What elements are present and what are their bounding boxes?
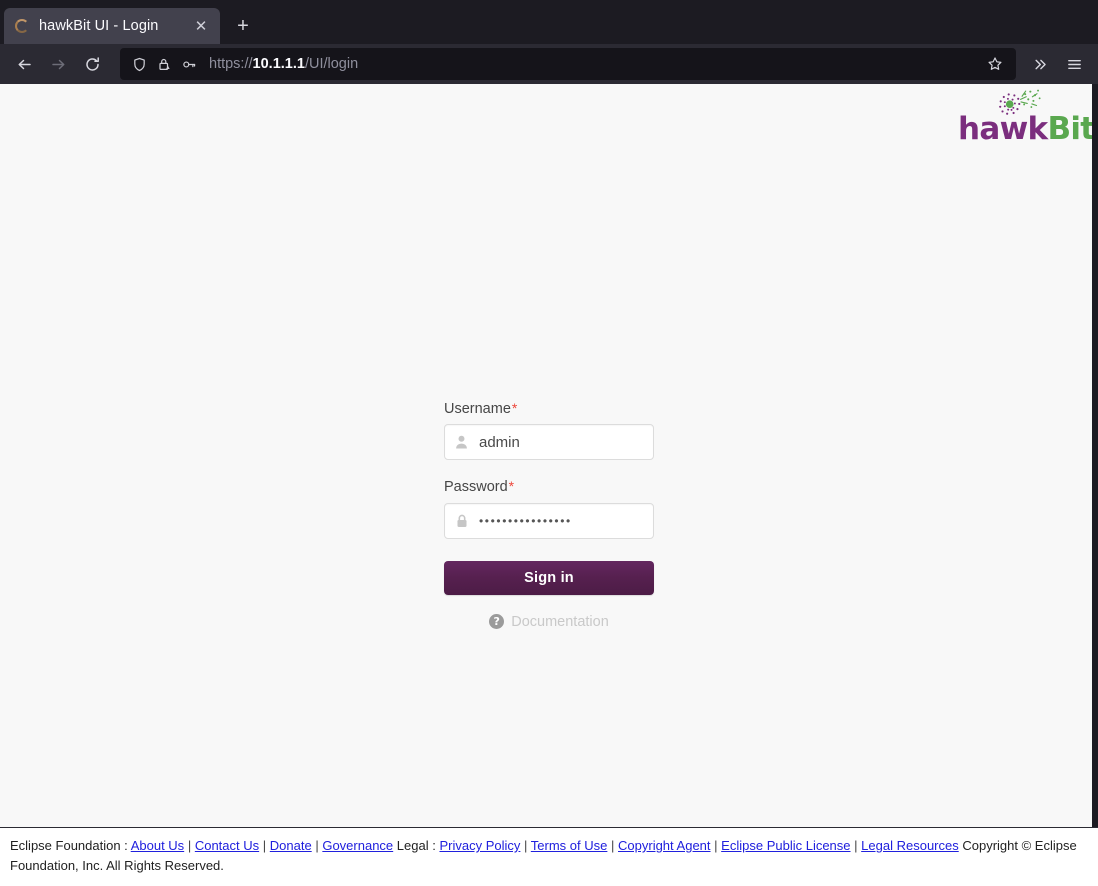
required-marker: * <box>511 400 518 416</box>
shield-icon[interactable] <box>130 55 148 73</box>
footer-separator: | <box>854 838 858 853</box>
eclipse-footer: Eclipse Foundation : About Us | Contact … <box>0 828 1098 886</box>
tab-title: hawkBit UI - Login <box>39 18 159 34</box>
url-scheme: https:// <box>209 56 253 72</box>
extensions-overflow-icon[interactable] <box>1024 48 1056 80</box>
hawkbit-wordmark: hawkBit <box>958 111 1095 147</box>
user-icon <box>454 434 469 450</box>
navigation-toolbar: https://10.1.1.1/UI/login <box>0 44 1098 84</box>
footer-link-eclipse-public-license[interactable]: Eclipse Public License <box>721 838 850 853</box>
password-label: Password * <box>444 478 654 496</box>
documentation-label: Documentation <box>511 613 609 630</box>
username-value: admin <box>479 434 520 450</box>
reload-icon[interactable] <box>76 48 108 80</box>
scrollbar-gutter[interactable] <box>1092 84 1098 827</box>
footer-separator: | <box>714 838 718 853</box>
footer-link-copyright-agent[interactable]: Copyright Agent <box>618 838 711 853</box>
url-host: 10.1.1.1 <box>252 56 305 72</box>
password-input[interactable]: •••••••••••••••• <box>444 502 654 539</box>
password-label-text: Password <box>444 479 508 496</box>
page-content: hawkBit Username * admin Password * ••••… <box>0 84 1098 827</box>
key-icon[interactable] <box>180 55 198 73</box>
question-circle-icon: ? <box>489 614 505 630</box>
loading-spinner-icon <box>14 18 30 34</box>
footer-link-about-us[interactable]: About Us <box>131 838 184 853</box>
url-path: /UI/login <box>304 56 359 72</box>
username-label: Username * <box>444 400 654 418</box>
bookmark-star-icon[interactable] <box>980 49 1010 79</box>
footer-legal-prefix: Legal : <box>396 838 436 853</box>
footer-org-prefix: Eclipse Foundation : <box>10 838 128 853</box>
page-viewport: hawkBit Username * admin Password * ••••… <box>0 84 1098 886</box>
hawkbit-logo: hawkBit <box>958 88 1095 150</box>
sign-in-button[interactable]: Sign in <box>444 560 654 595</box>
footer-link-terms-of-use[interactable]: Terms of Use <box>531 838 608 853</box>
close-icon[interactable]: ✕ <box>190 15 212 37</box>
logo-word-bit: Bit <box>1047 111 1095 147</box>
footer-separator: | <box>611 838 615 853</box>
new-tab-button[interactable]: + <box>226 9 260 43</box>
required-marker: * <box>508 478 515 495</box>
username-label-text: Username <box>444 401 511 417</box>
tab-strip: hawkBit UI - Login ✕ + <box>0 0 1098 44</box>
footer-link-privacy-policy[interactable]: Privacy Policy <box>439 838 520 853</box>
footer-link-donate[interactable]: Donate <box>270 838 312 853</box>
back-icon[interactable] <box>8 48 40 80</box>
lock-warning-icon[interactable] <box>155 55 173 73</box>
password-value: •••••••••••••••• <box>479 514 572 527</box>
username-input[interactable]: admin <box>444 424 654 461</box>
forward-icon <box>42 48 74 80</box>
login-form: Username * admin Password * ••••••••••••… <box>444 400 654 630</box>
footer-separator: | <box>524 838 528 853</box>
footer-link-legal-resources[interactable]: Legal Resources <box>861 838 959 853</box>
hamburger-menu-icon[interactable] <box>1058 48 1090 80</box>
footer-separator: | <box>315 838 319 853</box>
footer-separator: | <box>262 838 267 853</box>
footer-link-contact-us[interactable]: Contact Us <box>195 838 259 853</box>
logo-word-hawk: hawk <box>958 111 1048 147</box>
footer-link-governance[interactable]: Governance <box>322 838 393 853</box>
documentation-link[interactable]: ? Documentation <box>444 614 654 630</box>
address-bar[interactable]: https://10.1.1.1/UI/login <box>120 48 1016 80</box>
lock-icon <box>454 513 469 529</box>
url-text[interactable]: https://10.1.1.1/UI/login <box>205 56 973 72</box>
browser-window: hawkBit UI - Login ✕ + https://10.1.1.1/… <box>0 0 1098 886</box>
browser-tab-active[interactable]: hawkBit UI - Login ✕ <box>4 8 220 44</box>
footer-separator: | <box>187 838 192 853</box>
